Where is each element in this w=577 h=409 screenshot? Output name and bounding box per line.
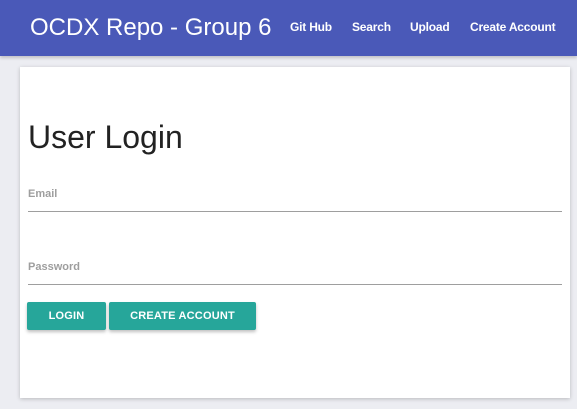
nav-link-upload[interactable]: Upload: [410, 19, 450, 35]
top-navbar: OCDX Repo - Group 6 Git Hub Search Uploa…: [0, 0, 577, 56]
brand-title[interactable]: OCDX Repo - Group 6: [30, 13, 271, 43]
login-button[interactable]: LOGIN: [27, 302, 106, 330]
page-title: User Login: [28, 119, 183, 155]
email-label: Email: [28, 188, 58, 200]
password-label: Password: [28, 261, 80, 273]
create-account-button[interactable]: CREATE ACCOUNT: [109, 302, 256, 330]
nav-link-create-account[interactable]: Create Account: [470, 19, 556, 35]
email-field[interactable]: [28, 188, 562, 212]
nav-link-github[interactable]: Git Hub: [290, 19, 332, 35]
login-card: User Login Email Password LOGIN CREATE A…: [20, 67, 570, 398]
password-field[interactable]: [28, 261, 562, 285]
nav-link-search[interactable]: Search: [352, 19, 391, 35]
